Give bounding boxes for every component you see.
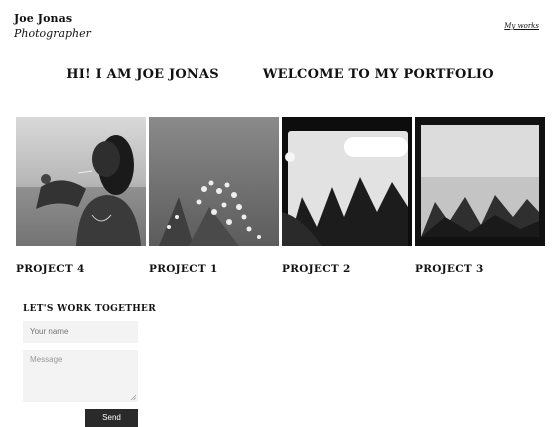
message-placeholder: Message xyxy=(30,355,63,364)
project-image[interactable] xyxy=(282,117,412,246)
project-card[interactable]: PROJECT 3 xyxy=(415,117,545,275)
hero-welcome: WELCOME TO MY PORTFOLIO xyxy=(262,67,494,82)
contact-heading: LET'S WORK TOGETHER xyxy=(23,304,156,314)
project-title[interactable]: PROJECT 1 xyxy=(149,263,218,275)
name-input[interactable] xyxy=(23,321,138,343)
site-tagline: Photographer xyxy=(14,27,91,40)
site-brand[interactable]: Joe Jonas Photographer xyxy=(14,12,91,40)
project-card[interactable]: PROJECT 2 xyxy=(282,117,412,275)
hero-heading: HI! I AM JOE JONAS WELCOME TO MY PORTFOL… xyxy=(0,67,560,82)
my-works-link[interactable]: My works xyxy=(504,22,539,30)
site-name: Joe Jonas xyxy=(14,12,73,25)
project-title[interactable]: PROJECT 4 xyxy=(16,263,85,275)
send-button[interactable]: Send xyxy=(85,409,138,427)
project-image[interactable] xyxy=(16,117,146,246)
resize-handle-icon[interactable] xyxy=(130,394,136,400)
project-title[interactable]: PROJECT 2 xyxy=(282,263,351,275)
project-card[interactable]: PROJECT 1 xyxy=(149,117,279,275)
project-image[interactable] xyxy=(149,117,279,246)
project-image[interactable] xyxy=(415,117,545,246)
project-title[interactable]: PROJECT 3 xyxy=(415,263,484,275)
hero-greeting: HI! I AM JOE JONAS xyxy=(66,67,219,82)
project-card[interactable]: PROJECT 4 xyxy=(16,117,146,275)
message-textarea[interactable]: Message xyxy=(23,350,138,402)
